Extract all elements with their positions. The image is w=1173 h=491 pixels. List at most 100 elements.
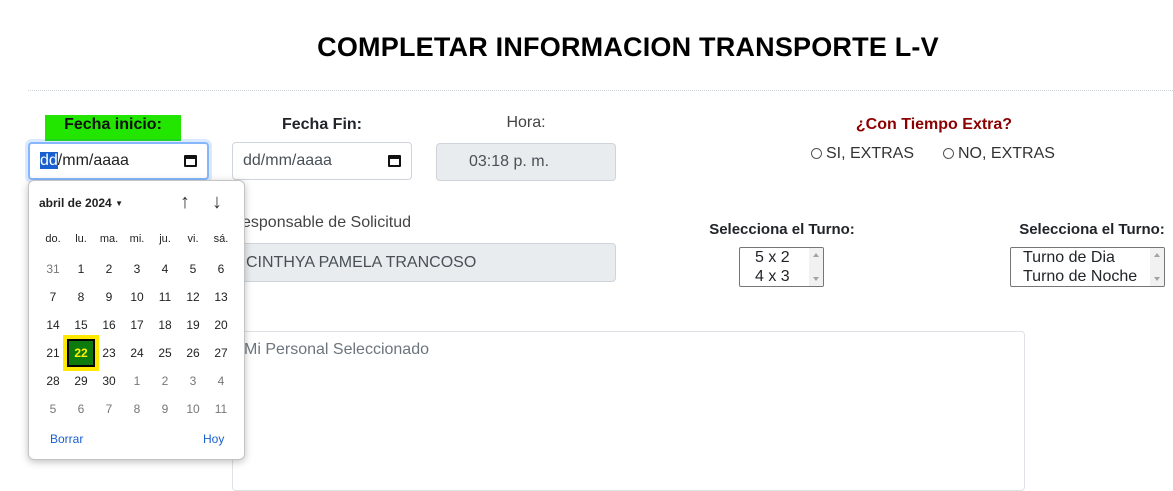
calendar-grid: 31 1 2 3 4 5 6 7 8 9 10 11 12 13 14 15 16 17 18 19 20 21 22 23 2… (39, 255, 235, 423)
calendar-day[interactable]: 10 (179, 395, 207, 423)
weekday-header: ju. (159, 233, 171, 245)
calendar-day[interactable]: 4 (207, 367, 235, 395)
calendar-icon[interactable] (184, 155, 197, 167)
fecha-inicio-label: Fecha inicio: (45, 115, 181, 141)
calendar-week-row: 7 8 9 10 11 12 13 (39, 283, 235, 311)
fecha-inicio-dd-segment[interactable]: dd (40, 152, 58, 169)
header-divider (28, 90, 1173, 91)
calendar-day[interactable]: 3 (179, 367, 207, 395)
calendar-day[interactable]: 29 (67, 367, 95, 395)
radio-circle-icon[interactable] (811, 148, 822, 159)
calendar-week-row: 31 1 2 3 4 5 6 (39, 255, 235, 283)
calendar-day[interactable]: 1 (123, 367, 151, 395)
tiempo-extra-label: ¿Con Tiempo Extra? (855, 116, 1013, 133)
radio-si-extras[interactable]: SI, EXTRAS (811, 145, 914, 163)
today-button[interactable]: Hoy (203, 432, 224, 446)
turno1-scrollbar[interactable] (809, 248, 823, 286)
turno1-select[interactable]: 5 x 2 4 x 3 (739, 247, 824, 287)
calendar-day[interactable]: 18 (151, 311, 179, 339)
responsable-value: CINTHYA PAMELA TRANCOSO (246, 253, 477, 271)
fecha-inicio-value: dd/mm/aaaa (40, 152, 129, 170)
calendar-weekdays: do. lu. ma. mi. ju. vi. sá. (39, 233, 235, 245)
calendar-day[interactable]: 4 (151, 255, 179, 283)
calendar-day[interactable]: 1 (67, 255, 95, 283)
scroll-up-icon[interactable] (813, 253, 819, 257)
fecha-fin-input[interactable]: dd/mm/aaaa (232, 142, 412, 180)
radio-no-extras[interactable]: NO, EXTRAS (943, 145, 1055, 163)
hora-input: 03:18 p. m. (436, 143, 616, 181)
personal-placeholder: Mi Personal Seleccionado (244, 341, 429, 358)
previous-month-arrow-icon[interactable]: ↑ (180, 191, 190, 214)
calendar-day[interactable]: 19 (179, 311, 207, 339)
calendar-week-row: 5 6 7 8 9 10 11 (39, 395, 235, 423)
calendar-day[interactable]: 5 (179, 255, 207, 283)
turno2-option[interactable]: Turno de Dia (1023, 248, 1164, 267)
calendar-day[interactable]: 15 (67, 311, 95, 339)
radio-no-label: NO, EXTRAS (958, 145, 1055, 162)
calendar-day[interactable]: 16 (95, 311, 123, 339)
calendar-day[interactable]: 21 (39, 339, 67, 367)
fecha-inicio-rest: /mm/aaaa (57, 152, 129, 169)
scroll-down-icon[interactable] (1154, 277, 1160, 281)
calendar-day[interactable]: 27 (207, 339, 235, 367)
calendar-day[interactable]: 9 (95, 283, 123, 311)
calendar-day[interactable]: 11 (207, 395, 235, 423)
calendar-day[interactable]: 28 (39, 367, 67, 395)
radio-si-label: SI, EXTRAS (826, 145, 915, 162)
fecha-inicio-input[interactable]: dd/mm/aaaa (28, 142, 209, 180)
hora-value: 03:18 p. m. (469, 153, 550, 170)
calendar-day[interactable]: 12 (179, 283, 207, 311)
calendar-day-selected[interactable]: 22 (63, 335, 99, 371)
calendar-day[interactable]: 6 (67, 395, 95, 423)
calendar-day[interactable]: 31 (39, 255, 67, 283)
scroll-down-icon[interactable] (813, 277, 819, 281)
calendar-day[interactable]: 7 (39, 283, 67, 311)
turno2-label: Selecciona el Turno: (1019, 221, 1165, 238)
calendar-day[interactable]: 17 (123, 311, 151, 339)
calendar-week-row: 28 29 30 1 2 3 4 (39, 367, 235, 395)
weekday-header: mi. (129, 233, 145, 245)
calendar-day[interactable]: 2 (95, 255, 123, 283)
calendar-day[interactable]: 23 (95, 339, 123, 367)
calendar-day[interactable]: 20 (207, 311, 235, 339)
turno2-scrollbar[interactable] (1150, 248, 1164, 286)
turno2-select[interactable]: Turno de Dia Turno de Noche (1010, 247, 1165, 287)
hora-label: Hora: (506, 114, 546, 131)
calendar-day[interactable]: 30 (95, 367, 123, 395)
calendar-day[interactable]: 3 (123, 255, 151, 283)
calendar-day[interactable]: 7 (95, 395, 123, 423)
calendar-day[interactable]: 10 (123, 283, 151, 311)
scroll-up-icon[interactable] (1154, 253, 1160, 257)
calendar-icon[interactable] (388, 155, 401, 167)
calendar-day[interactable]: 24 (123, 339, 151, 367)
radio-circle-icon[interactable] (943, 148, 954, 159)
clear-button[interactable]: Borrar (50, 432, 83, 446)
calendar-week-row: 14 15 16 17 18 19 20 (39, 311, 235, 339)
weekday-header: lu. (75, 233, 87, 245)
calendar-day[interactable]: 2 (151, 367, 179, 395)
calendar-day[interactable]: 25 (151, 339, 179, 367)
turno2-option[interactable]: Turno de Noche (1023, 267, 1164, 286)
fecha-fin-label: Fecha Fin: (281, 116, 362, 133)
calendar-day[interactable]: 14 (39, 311, 67, 339)
page-title: COMPLETAR INFORMACION TRANSPORTE L-V (317, 32, 939, 62)
calendar-day[interactable]: 6 (207, 255, 235, 283)
calendar-day[interactable]: 11 (151, 283, 179, 311)
responsable-input: CINTHYA PAMELA TRANCOSO (232, 243, 616, 282)
personal-textarea[interactable]: Mi Personal Seleccionado (232, 331, 1025, 491)
responsable-label: esponsable de Solicitud (242, 214, 412, 231)
weekday-header: sá. (213, 233, 229, 245)
turno1-label: Selecciona el Turno: (709, 221, 855, 238)
weekday-header: ma. (99, 233, 119, 245)
date-picker-popup: abril de 2024 ▼ ↑ ↓ do. lu. ma. mi. ju. vi. sá… (28, 180, 245, 460)
weekday-header: vi. (187, 233, 199, 245)
calendar-month-selector[interactable]: abril de 2024 ▼ (39, 196, 123, 210)
calendar-day[interactable]: 13 (207, 283, 235, 311)
fecha-fin-value: dd/mm/aaaa (243, 152, 332, 169)
next-month-arrow-icon[interactable]: ↓ (212, 191, 222, 214)
calendar-day[interactable]: 8 (123, 395, 151, 423)
calendar-day[interactable]: 9 (151, 395, 179, 423)
calendar-day[interactable]: 5 (39, 395, 67, 423)
calendar-day[interactable]: 26 (179, 339, 207, 367)
calendar-day[interactable]: 8 (67, 283, 95, 311)
